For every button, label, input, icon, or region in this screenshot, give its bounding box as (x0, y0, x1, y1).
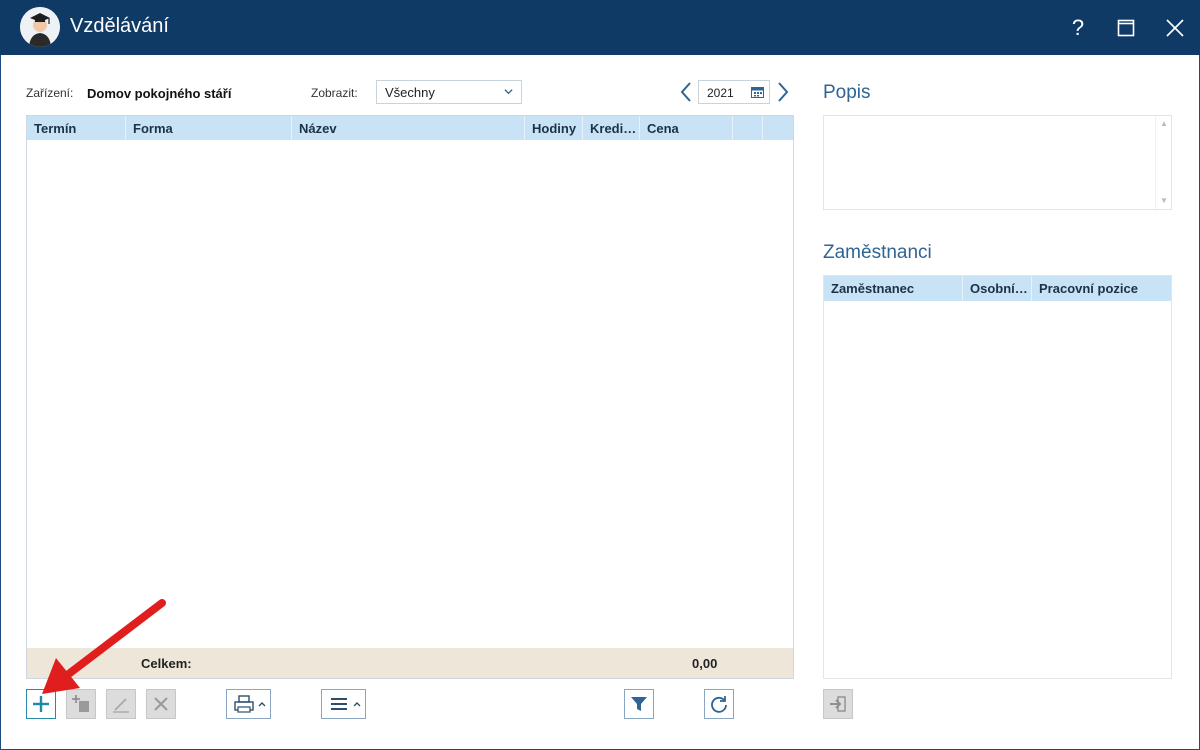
chevron-left-icon (680, 82, 691, 102)
menu-button[interactable] (321, 689, 366, 719)
column-header-form[interactable]: Forma (126, 116, 292, 140)
window-title: Vzdělávání (70, 15, 169, 37)
close-button[interactable] (1160, 13, 1190, 43)
training-grid-footer: Celkem: 0,00 (27, 648, 793, 678)
filter-button[interactable] (624, 689, 654, 719)
facility-value: Domov pokojného stáří (87, 86, 232, 101)
copy-add-button[interactable] (66, 689, 96, 719)
print-button[interactable] (226, 689, 271, 719)
chevron-right-icon (778, 82, 789, 102)
column-header-term[interactable]: Termín (27, 116, 126, 140)
refresh-icon (711, 696, 727, 713)
description-scrollbar[interactable]: ▲ ▼ (1155, 116, 1171, 209)
copy-add-icon (72, 695, 89, 712)
previous-year-button[interactable] (678, 81, 694, 103)
transfer-icon (830, 696, 846, 712)
column-header-price[interactable]: Cena (640, 116, 733, 140)
add-button[interactable] (26, 689, 56, 719)
x-icon (154, 697, 168, 711)
show-select[interactable]: Všechny (376, 80, 522, 104)
show-select-value: Všechny (385, 85, 435, 100)
chevron-down-icon (504, 89, 513, 95)
delete-button[interactable] (146, 689, 176, 719)
employees-grid[interactable]: Zaměstnanec Osobní… Pracovní pozice (823, 275, 1172, 679)
refresh-button[interactable] (704, 689, 734, 719)
employees-grid-header: Zaměstnanec Osobní… Pracovní pozice (824, 276, 1171, 301)
column-header-hours[interactable]: Hodiny (525, 116, 583, 140)
pencil-icon (113, 698, 129, 713)
column-header-personal[interactable]: Osobní… (963, 276, 1032, 301)
column-header-scroll (763, 116, 793, 140)
facility-label: Zařízení: (26, 86, 74, 100)
total-label: Celkem: (141, 656, 192, 671)
column-header-credits[interactable]: Kredi… (583, 116, 640, 140)
column-header-name[interactable]: Název (292, 116, 525, 140)
description-textarea[interactable]: ▲ ▼ (823, 115, 1172, 210)
app-avatar-icon (20, 7, 60, 47)
scroll-up-icon[interactable]: ▲ (1160, 119, 1168, 128)
show-label: Zobrazit: (311, 86, 358, 100)
help-button[interactable]: ? (1063, 13, 1093, 43)
year-value: 2021 (707, 86, 734, 100)
column-header-employee[interactable]: Zaměstnanec (824, 276, 963, 301)
column-header-extra (733, 116, 763, 140)
column-header-position[interactable]: Pracovní pozice (1032, 276, 1171, 301)
transfer-button[interactable] (823, 689, 853, 719)
plus-icon (33, 696, 49, 712)
training-grid-header: Termín Forma Název Hodiny Kredi… Cena (27, 116, 793, 140)
close-icon (1166, 19, 1184, 37)
title-bar: Vzdělávání ? (0, 0, 1200, 55)
employees-title: Zaměstnanci (823, 242, 932, 263)
funnel-icon (631, 697, 647, 711)
maximize-icon (1117, 19, 1135, 37)
scroll-down-icon[interactable]: ▼ (1160, 196, 1168, 205)
description-title: Popis (823, 82, 871, 103)
printer-icon (233, 695, 265, 713)
training-grid[interactable]: Termín Forma Název Hodiny Kredi… Cena Ce… (26, 115, 794, 679)
edit-button[interactable] (106, 689, 136, 719)
maximize-button[interactable] (1111, 13, 1141, 43)
calendar-icon[interactable] (751, 86, 764, 98)
total-value: 0,00 (692, 656, 718, 671)
next-year-button[interactable] (775, 81, 791, 103)
hamburger-icon (330, 698, 360, 710)
year-input[interactable]: 2021 (698, 80, 770, 104)
